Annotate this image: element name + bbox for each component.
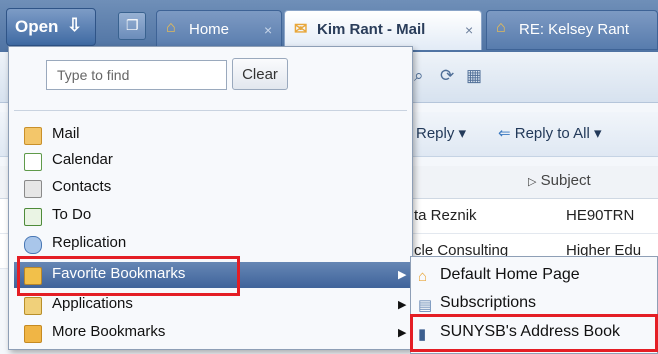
menu-item-label: Mail [52, 125, 80, 142]
calendar-icon [24, 153, 42, 171]
mail-icon [24, 127, 42, 145]
applications-icon [24, 297, 42, 315]
highlight-callout-favorite-bookmarks [17, 256, 240, 296]
house-icon: ⌂ [166, 19, 176, 36]
mail-icon: ✉ [294, 21, 308, 38]
menu-item-calendar[interactable]: Calendar [14, 148, 410, 174]
menu-item-contacts[interactable]: Contacts [14, 175, 410, 201]
menu-item-mail[interactable]: Mail [14, 122, 410, 148]
clear-button[interactable]: Clear [232, 58, 288, 90]
download-arrow-icon: ⇩ [67, 15, 83, 35]
tab-label: Kim Rant - Mail [317, 21, 426, 38]
submenu-item-label: Subscriptions [440, 294, 537, 311]
tab-home[interactable]: ⌂ Home × [156, 10, 282, 50]
reply-label: Reply [416, 125, 455, 142]
subject-column-header[interactable]: ▷ Subject [528, 172, 591, 189]
reply-all-label: Reply to All [514, 125, 590, 142]
menu-item-label: To Do [52, 206, 92, 223]
menu-item-label: Calendar [52, 151, 113, 168]
tab-re-kelsey[interactable]: ⌂ RE: Kelsey Rant [486, 10, 658, 50]
reply-all-button[interactable]: ⇐ Reply to All ▾ [498, 124, 602, 142]
tab-switcher-button[interactable]: ❐ [118, 12, 146, 40]
checkbox-icon [24, 208, 42, 226]
submenu-item-default-home-page[interactable]: ⌂ Default Home Page [414, 262, 654, 290]
open-button-label: Open [15, 17, 59, 36]
close-tab-icon[interactable]: × [264, 22, 272, 38]
submenu-arrow-icon: ▶ [398, 327, 407, 339]
tab-label: Home [189, 21, 230, 38]
replication-icon [24, 236, 42, 254]
menu-item-label: Applications [52, 295, 133, 312]
find-icon[interactable]: ⌕ [414, 66, 424, 86]
subject-column-label: Subject [540, 172, 591, 189]
submenu-arrow-icon: ▶ [398, 299, 407, 311]
house-icon: ⌂ [496, 19, 506, 36]
subject-cell: HE90TRN [566, 207, 635, 224]
menu-item-label: Replication [52, 234, 127, 251]
menu-item-replication[interactable]: Replication [14, 231, 410, 257]
submenu-arrow-icon: ▶ [398, 269, 407, 281]
refresh-icon[interactable]: ⟳ [440, 66, 454, 86]
sort-indicator-icon: ▷ [528, 176, 537, 188]
menu-item-more-bookmarks[interactable]: More Bookmarks ▶ [14, 320, 410, 346]
reply-all-icon: ⇐ [498, 125, 511, 142]
subscriptions-icon: ▤ [418, 297, 433, 314]
tab-mail[interactable]: ✉ Kim Rant - Mail × [284, 10, 482, 50]
windows-icon: ❐ [126, 17, 139, 33]
chevron-down-icon: ▾ [458, 125, 467, 142]
folder-icon [24, 325, 42, 343]
home-page-icon: ⌂ [418, 268, 428, 285]
highlight-callout-address-book [410, 314, 658, 352]
submenu-item-label: Default Home Page [440, 266, 580, 283]
chevron-down-icon: ▾ [593, 125, 602, 142]
open-button[interactable]: Open ⇩ [6, 8, 96, 46]
menu-item-todo[interactable]: To Do [14, 203, 410, 229]
calendar-tool-icon[interactable]: ▦ [466, 66, 482, 86]
menu-item-label: Contacts [52, 178, 112, 195]
close-tab-icon[interactable]: × [465, 22, 473, 38]
tab-label: RE: Kelsey Rant [519, 21, 630, 38]
search-input[interactable] [46, 60, 227, 90]
menu-divider [14, 110, 407, 111]
contacts-icon [24, 180, 42, 198]
sender-cell: ta Reznik [414, 207, 477, 224]
reply-button[interactable]: Reply ▾ [416, 124, 466, 142]
menu-item-label: More Bookmarks [52, 323, 166, 340]
